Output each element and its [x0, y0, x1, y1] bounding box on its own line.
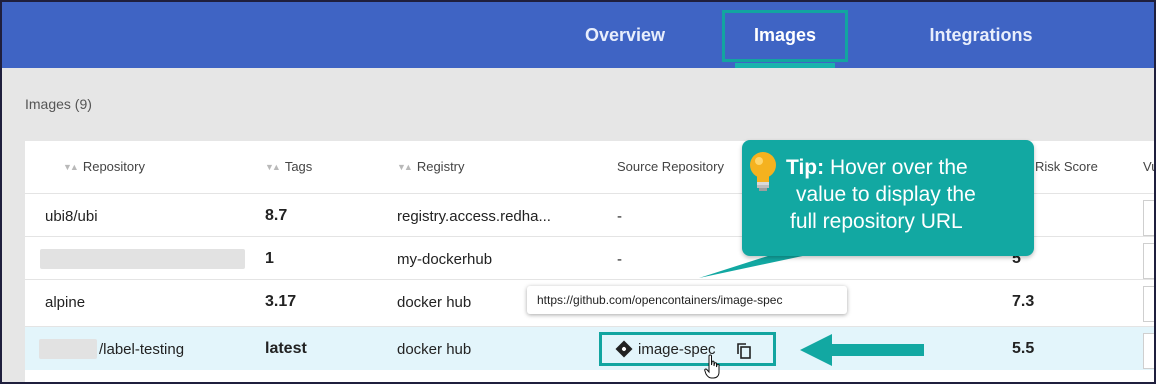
- tab-integrations[interactable]: Integrations: [908, 2, 1054, 68]
- app-window: Overview Images Integrations Images (9) …: [0, 0, 1156, 384]
- tag-cell: 3.17: [265, 293, 297, 310]
- table-row-selected[interactable]: /label-testing latest docker hub 5.5: [25, 326, 1154, 371]
- vulnerability-summary[interactable]: [1143, 200, 1154, 236]
- active-tab-indicator: [735, 63, 835, 68]
- tip-label: Tip:: [786, 156, 825, 179]
- lightbulb-icon: [750, 152, 776, 191]
- column-header-vulnerabilities[interactable]: Vu: [1143, 159, 1154, 174]
- column-header-label: Tags: [284, 159, 313, 174]
- tag-cell: latest: [265, 340, 307, 357]
- tag-cell: 1: [265, 250, 274, 267]
- git-icon: [615, 340, 633, 358]
- tab-overview[interactable]: Overview: [562, 2, 688, 68]
- registry-cell: docker hub: [397, 340, 472, 358]
- column-header-repository[interactable]: ▼▲ Repository: [63, 159, 145, 174]
- registry-cell: registry.access.redha...: [397, 207, 551, 225]
- source-repository-cell: -: [617, 207, 622, 225]
- redacted-repository-prefix: [39, 339, 97, 359]
- repository-cell[interactable]: [40, 237, 245, 281]
- tab-images-highlight-box: [722, 10, 848, 62]
- column-header-label: Vu: [1143, 159, 1154, 174]
- column-header-tags[interactable]: ▼▲ Tags: [265, 159, 312, 174]
- source-repository-link[interactable]: image-spec: [599, 332, 776, 366]
- tip-line-2: value to display the: [796, 183, 976, 206]
- tag-cell: 8.7: [265, 207, 288, 224]
- sort-icon: ▼▲: [265, 161, 281, 172]
- repository-cell[interactable]: ubi8/ubi: [45, 194, 98, 238]
- vulnerability-summary[interactable]: [1143, 286, 1154, 322]
- column-header-risk-score[interactable]: Risk Score: [1035, 159, 1098, 174]
- vulnerability-summary[interactable]: [1143, 333, 1154, 369]
- repository-cell[interactable]: /label-testing: [39, 327, 184, 371]
- tip-line-3: full repository URL: [790, 210, 963, 233]
- cursor-hand-icon: [704, 354, 720, 379]
- repository-cell[interactable]: alpine: [45, 280, 85, 324]
- source-repository-cell: -: [617, 250, 622, 268]
- tip-line-1: Tip: Hover over the: [786, 154, 1034, 181]
- sort-icon: ▼▲: [63, 161, 79, 172]
- registry-cell: docker hub: [397, 293, 472, 311]
- copy-icon[interactable]: [737, 343, 751, 359]
- column-header-source-repository[interactable]: Source Repository: [617, 159, 724, 174]
- images-count-label: Images (9): [25, 96, 92, 112]
- column-header-label: Registry: [416, 159, 465, 174]
- redacted-repository-name: [40, 249, 245, 269]
- source-url-tooltip: https://github.com/opencontainers/image-…: [527, 286, 847, 314]
- column-header-label: Risk Score: [1035, 159, 1098, 174]
- sort-icon: ▼▲: [397, 161, 413, 172]
- column-header-registry[interactable]: ▼▲ Registry: [397, 159, 465, 174]
- vulnerability-summary[interactable]: [1143, 243, 1154, 279]
- tip-text: Hover over the: [829, 156, 968, 179]
- arrow-left-icon: [800, 334, 924, 366]
- top-nav: Overview Images Integrations: [2, 2, 1154, 68]
- tip-callout: Tip: Hover over the value to display the…: [742, 140, 1034, 256]
- risk-score-cell: 7.3: [1012, 293, 1035, 310]
- column-header-label: Source Repository: [617, 159, 724, 174]
- column-header-label: Repository: [82, 159, 145, 174]
- registry-cell: my-dockerhub: [397, 250, 493, 268]
- risk-score-cell: 5.5: [1012, 340, 1035, 357]
- repository-name-suffix: /label-testing: [99, 340, 185, 358]
